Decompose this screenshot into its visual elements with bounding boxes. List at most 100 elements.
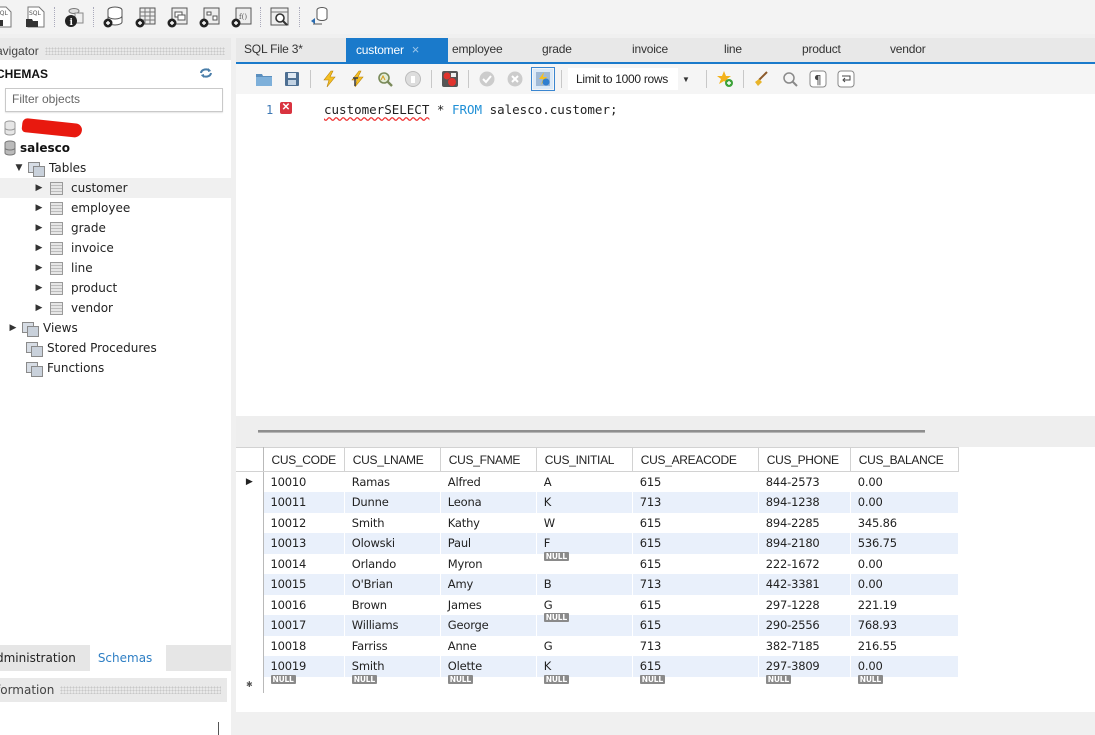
cell-cus-phone[interactable]: 290-2556 — [758, 615, 851, 636]
cell-cus-code[interactable]: 10013 — [263, 533, 345, 554]
new-cell-cus-initial[interactable]: NULL — [536, 674, 633, 693]
cell-cus-initial[interactable]: F — [536, 533, 633, 554]
cell-cus-lname[interactable]: Dunne — [344, 492, 441, 513]
row-header[interactable]: ▶ — [236, 471, 264, 492]
new-cell-cus-phone[interactable]: NULL — [758, 674, 851, 693]
panel-splitter[interactable] — [218, 722, 219, 735]
cell-cus-areacode[interactable]: 615 — [632, 656, 759, 677]
expand-arrow-icon[interactable]: ▶ — [34, 303, 44, 313]
new-cell-cus-areacode[interactable]: NULL — [632, 674, 759, 693]
invisible-chars-icon[interactable]: ¶ — [808, 69, 828, 89]
expand-arrow-icon[interactable]: ▶ — [34, 203, 44, 213]
tab-grade[interactable]: grade — [538, 38, 628, 62]
find-replace-icon[interactable] — [780, 69, 800, 89]
filter-objects-input[interactable]: Filter objects — [5, 88, 223, 112]
cell-cus-phone[interactable]: 297-3809 — [758, 656, 851, 677]
sql-editor[interactable]: 1 ✕ customerSELECT * FROM salesco.custom… — [236, 94, 1095, 416]
word-wrap-icon[interactable] — [836, 69, 856, 89]
cell-cus-initial[interactable]: NULL — [536, 613, 633, 636]
cell-cus-code[interactable]: 10018 — [263, 635, 345, 656]
cell-cus-phone[interactable]: 222-1672 — [758, 553, 851, 574]
cell-cus-initial[interactable]: A — [536, 471, 633, 492]
tab-employee[interactable]: employee — [448, 38, 538, 62]
tab-vendor[interactable]: vendor — [886, 38, 956, 62]
table-row[interactable]: 10018 Farriss Anne G 713 382-7185 216.55 — [236, 635, 959, 656]
reconnect-icon[interactable] — [308, 6, 330, 28]
new-sql-tab-icon[interactable]: SQL — [0, 6, 14, 28]
cell-cus-areacode[interactable]: 713 — [632, 492, 759, 513]
table-row[interactable]: 10013 Olowski Paul F 615 894-2180 536.75 — [236, 533, 959, 554]
create-schema-icon[interactable] — [102, 6, 124, 28]
cell-cus-phone[interactable]: 442-3381 — [758, 574, 851, 595]
row-header[interactable] — [236, 553, 264, 574]
table-row[interactable]: 10011 Dunne Leona K 713 894-1238 0.00 — [236, 492, 959, 513]
horizontal-scrollbar[interactable] — [258, 430, 925, 433]
cell-cus-phone[interactable]: 894-2285 — [758, 512, 851, 533]
tab-administration[interactable]: dministration — [0, 645, 84, 671]
tree-item-table-employee[interactable]: ▶ employee — [0, 198, 231, 218]
save-icon[interactable] — [282, 69, 302, 89]
explain-icon[interactable] — [375, 69, 395, 89]
cell-cus-initial[interactable]: K — [536, 492, 633, 513]
beautify-icon[interactable] — [752, 69, 772, 89]
table-row[interactable]: 10019 Smith Olette K 615 297-3809 0.00 — [236, 656, 959, 677]
cell-cus-code[interactable]: 10015 — [263, 574, 345, 595]
tree-item-table-invoice[interactable]: ▶ invoice — [0, 238, 231, 258]
cell-cus-code[interactable]: 10014 — [263, 553, 345, 574]
cell-cus-phone[interactable]: 894-2180 — [758, 533, 851, 554]
tree-item-salesco[interactable]: salesco — [0, 138, 231, 158]
expand-arrow-icon[interactable]: ▶ — [34, 223, 44, 233]
row-header[interactable] — [236, 533, 264, 554]
cell-cus-areacode[interactable]: 713 — [632, 574, 759, 595]
new-cell-cus-code[interactable]: NULL — [263, 674, 345, 693]
table-row[interactable]: 10016 Brown James G 615 297-1228 221.19 — [236, 594, 959, 615]
cell-cus-areacode[interactable]: 615 — [632, 512, 759, 533]
column-header-cus-lname[interactable]: CUS_LNAME — [343, 447, 441, 472]
cell-cus-lname[interactable]: Williams — [344, 615, 441, 636]
close-tab-icon[interactable]: × — [412, 42, 420, 57]
row-header[interactable] — [236, 656, 264, 677]
cell-cus-code[interactable]: 10017 — [263, 615, 345, 636]
collapse-arrow-icon[interactable]: ▼ — [14, 163, 24, 173]
cell-cus-phone[interactable]: 844-2573 — [758, 471, 851, 492]
cell-cus-code[interactable]: 10019 — [263, 656, 345, 677]
stop-icon[interactable] — [403, 69, 423, 89]
create-procedure-icon[interactable] — [198, 6, 220, 28]
expand-arrow-icon[interactable]: ▶ — [34, 283, 44, 293]
add-snippet-icon[interactable] — [715, 69, 735, 89]
open-folder-icon[interactable] — [254, 69, 274, 89]
tree-item-redacted-schema[interactable] — [0, 117, 231, 139]
rollback-icon[interactable] — [505, 69, 525, 89]
column-header-cus-code[interactable]: CUS_CODE — [262, 447, 345, 472]
tab-line[interactable]: line — [720, 38, 798, 62]
row-header[interactable] — [236, 574, 264, 595]
tree-item-functions[interactable]: Functions — [0, 358, 231, 378]
cell-cus-lname[interactable]: Olowski — [344, 533, 441, 554]
cell-cus-areacode[interactable]: 615 — [632, 471, 759, 492]
tree-item-table-vendor[interactable]: ▶ vendor — [0, 298, 231, 318]
tab-product[interactable]: product — [798, 38, 886, 62]
cell-cus-balance[interactable]: 768.93 — [850, 615, 959, 636]
execute-current-icon[interactable] — [347, 69, 367, 89]
chevron-down-icon[interactable]: ▼ — [682, 75, 696, 84]
cell-cus-lname[interactable]: Smith — [344, 656, 441, 677]
cell-cus-balance[interactable]: 0.00 — [850, 492, 959, 513]
cell-cus-fname[interactable]: Amy — [440, 574, 537, 595]
sql-code[interactable]: customerSELECT * FROM salesco.customer; — [324, 102, 618, 117]
column-header-cus-initial[interactable]: CUS_INITIAL — [535, 447, 633, 472]
autocommit-toggle-icon[interactable] — [531, 67, 555, 91]
create-view-icon[interactable] — [166, 6, 188, 28]
create-table-icon[interactable] — [134, 6, 156, 28]
expand-arrow-icon[interactable]: ▶ — [34, 183, 44, 193]
row-header[interactable] — [236, 635, 264, 656]
table-row[interactable]: 10015 O'Brian Amy B 713 442-3381 0.00 — [236, 574, 959, 595]
cell-cus-lname[interactable]: O'Brian — [344, 574, 441, 595]
create-function-icon[interactable]: f() — [230, 6, 252, 28]
table-row[interactable]: ▶ 10010 Ramas Alfred A 615 844-2573 0.00 — [236, 471, 959, 492]
cell-cus-fname[interactable]: George — [440, 615, 537, 636]
schema-inspector-icon[interactable]: i — [63, 6, 85, 28]
open-sql-file-icon[interactable]: SQL — [24, 6, 46, 28]
new-cell-cus-balance[interactable]: NULL — [850, 674, 959, 693]
cell-cus-areacode[interactable]: 615 — [632, 533, 759, 554]
tree-item-stored-procedures[interactable]: Stored Procedures — [0, 338, 231, 358]
